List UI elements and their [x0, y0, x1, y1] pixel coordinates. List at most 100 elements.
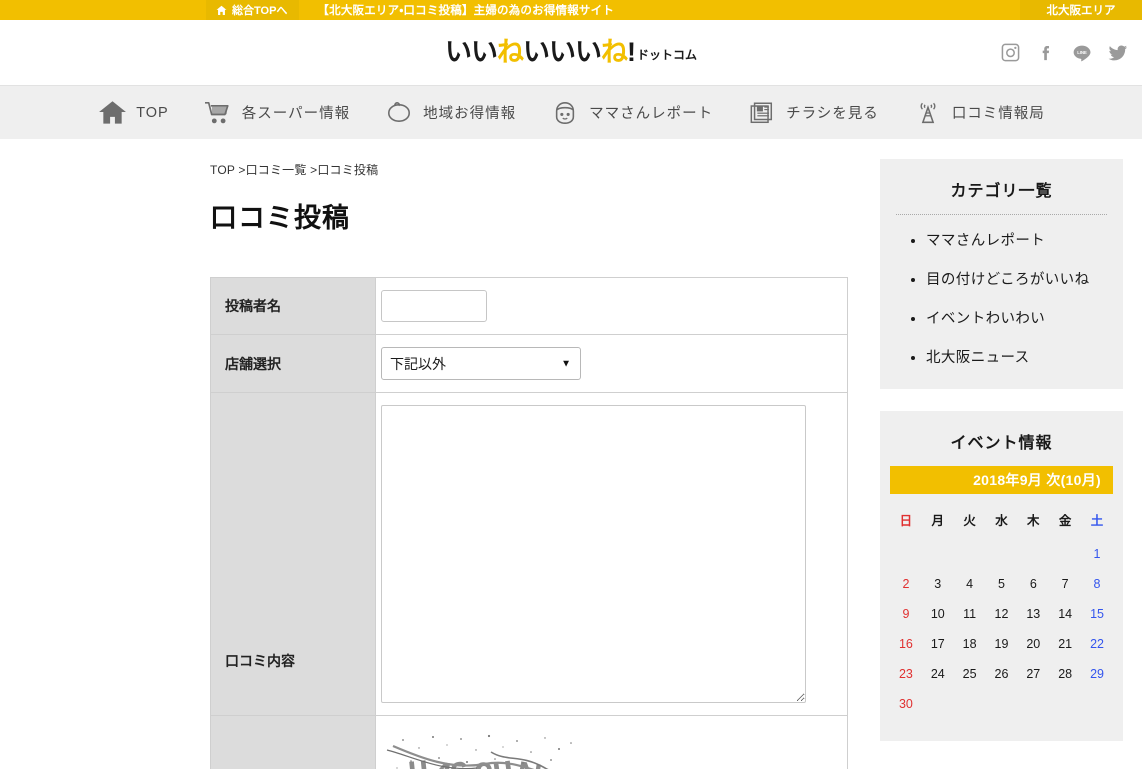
weekday-header: 土 — [1090, 514, 1104, 528]
calendar-day[interactable]: 4 — [954, 569, 986, 599]
form-field-store: 下記以外 ▼ — [375, 334, 848, 393]
form-row-content: 口コミ内容 — [210, 392, 848, 716]
event-panel: イベント情報 2018年9月 次(10月) 日 月 火 水 木 金 土 1 2 … — [880, 411, 1123, 741]
calendar-wrapper: 日 月 火 水 木 金 土 1 2 3 4 5 6 7 8 9 10 11 12… — [890, 504, 1113, 719]
calendar-day[interactable]: 14 — [1049, 599, 1081, 629]
facebook-icon[interactable] — [1036, 43, 1056, 63]
category-item[interactable]: ママさんレポート — [926, 229, 1123, 250]
calendar-weekday-row: 日 月 火 水 木 金 土 — [890, 504, 1113, 539]
store-select[interactable]: 下記以外 — [381, 347, 581, 380]
review-post-form: 投稿者名 店舗選択 下記以外 ▼ 口コミ内容 u u — [210, 277, 848, 769]
general-top-link[interactable]: 総合TOPへ — [206, 0, 300, 20]
nav-label: 各スーパー情報 — [241, 106, 351, 122]
calendar-day — [1017, 689, 1049, 719]
nav-item-local-deals[interactable]: 地域お得情報 — [367, 98, 533, 128]
calendar-day[interactable]: 27 — [1017, 659, 1049, 689]
calendar-day[interactable]: 13 — [1017, 599, 1049, 629]
form-row-captcha: 画像認証 u 4 c 9 u N — [210, 715, 848, 769]
category-item[interactable]: 目の付けどころがいいね — [926, 268, 1123, 289]
calendar-day[interactable]: 20 — [1017, 629, 1049, 659]
home-icon — [97, 98, 127, 128]
calendar-day[interactable]: 7 — [1049, 569, 1081, 599]
calendar-day[interactable]: 28 — [1049, 659, 1081, 689]
calendar-day[interactable]: 11 — [954, 599, 986, 629]
category-panel: カテゴリ一覧 ママさんレポート 目の付けどころがいいね イベントわいわい 北大阪… — [880, 159, 1123, 389]
form-field-captcha: u 4 c 9 u N — [375, 715, 848, 769]
logo-part-1: いい — [444, 37, 498, 67]
calendar-day[interactable]: 24 — [922, 659, 954, 689]
calendar-day[interactable]: 19 — [986, 629, 1018, 659]
calendar-week-row: 2 3 4 5 6 7 8 — [890, 569, 1113, 599]
calendar-day[interactable]: 5 — [986, 569, 1018, 599]
calendar-day — [986, 539, 1018, 569]
calendar-month-bar[interactable]: 2018年9月 次(10月) — [890, 466, 1113, 494]
calendar-day[interactable]: 18 — [954, 629, 986, 659]
home-icon — [216, 5, 227, 16]
logo-suffix: ドットコム — [636, 48, 697, 62]
calendar-day[interactable]: 23 — [890, 659, 922, 689]
sidebar: カテゴリ一覧 ママさんレポート 目の付けどころがいいね イベントわいわい 北大阪… — [880, 139, 1142, 769]
nav-item-review-bureau[interactable]: 口コミ情報局 — [896, 98, 1062, 128]
calendar-day — [890, 539, 922, 569]
calendar-day[interactable]: 25 — [954, 659, 986, 689]
twitter-icon[interactable] — [1108, 43, 1128, 63]
nav-item-flyers[interactable]: チラシを見る — [730, 98, 896, 128]
weekday-header: 月 — [931, 514, 945, 528]
weekday-header: 火 — [963, 514, 976, 528]
calendar-day[interactable]: 16 — [890, 629, 922, 659]
calendar-day — [922, 539, 954, 569]
category-panel-title: カテゴリ一覧 — [950, 183, 1053, 200]
calendar-day[interactable]: 10 — [922, 599, 954, 629]
calendar-day[interactable]: 6 — [1017, 569, 1049, 599]
logo-part-3: いいい — [522, 37, 602, 67]
breadcrumb[interactable]: TOP >口コミ一覧 >口コミ投稿 — [210, 161, 880, 178]
category-list: ママさんレポート 目の付けどころがいいね イベントわいわい 北大阪ニュース — [880, 229, 1123, 367]
calendar-day[interactable]: 26 — [986, 659, 1018, 689]
calendar-day[interactable]: 3 — [922, 569, 954, 599]
calendar-week-row: 1 — [890, 539, 1113, 569]
form-label-store: 店舗選択 — [210, 334, 376, 393]
calendar-day[interactable]: 22 — [1081, 629, 1113, 659]
calendar-week-row: 16 17 18 19 20 21 22 — [890, 629, 1113, 659]
review-content-textarea[interactable] — [381, 405, 806, 703]
calendar-day[interactable]: 12 — [986, 599, 1018, 629]
shopping-cart-icon — [203, 98, 233, 128]
broadcast-tower-icon — [913, 98, 943, 128]
calendar-day — [954, 689, 986, 719]
svg-text:LINE: LINE — [1077, 50, 1087, 55]
calendar-week-row: 23 24 25 26 27 28 29 — [890, 659, 1113, 689]
store-select-wrapper: 下記以外 ▼ — [381, 347, 581, 380]
nav-label: ママさんレポート — [589, 106, 714, 122]
instagram-icon[interactable] — [1000, 43, 1020, 63]
mother-face-icon — [550, 98, 580, 128]
weekday-header: 木 — [1027, 514, 1040, 528]
area-badge[interactable]: 北大阪エリア — [1020, 0, 1142, 20]
nav-item-mom-report[interactable]: ママさんレポート — [533, 98, 730, 128]
author-name-input[interactable] — [381, 290, 487, 322]
calendar-day[interactable]: 21 — [1049, 629, 1081, 659]
calendar-day — [986, 689, 1018, 719]
calendar-day — [1081, 689, 1113, 719]
nav-item-super-info[interactable]: 各スーパー情報 — [186, 98, 367, 128]
category-item[interactable]: イベントわいわい — [926, 307, 1123, 328]
site-logo[interactable]: いいねいいいね! ドットコム — [445, 39, 697, 66]
page-title: 口コミ投稿 — [210, 203, 350, 233]
calendar-day[interactable]: 1 — [1081, 539, 1113, 569]
logo-part-2: ね — [496, 37, 524, 67]
calendar-day[interactable]: 29 — [1081, 659, 1113, 689]
top-utility-bar: 総合TOPへ 【北大阪エリア・口コミ投稿】主婦の為のお得情報サイト 北大阪エリア — [0, 0, 1142, 20]
logo-exclaim: ! — [626, 37, 636, 67]
form-field-content — [375, 392, 848, 716]
logo-band: いいねいいいね! ドットコム LINE — [0, 20, 1142, 85]
calendar-day[interactable]: 8 — [1081, 569, 1113, 599]
calendar-day — [922, 689, 954, 719]
calendar-day[interactable]: 2 — [890, 569, 922, 599]
category-item[interactable]: 北大阪ニュース — [926, 346, 1123, 367]
main-content: TOP >口コミ一覧 >口コミ投稿 口コミ投稿 投稿者名 店舗選択 下記以外 ▼… — [0, 139, 880, 769]
line-icon[interactable]: LINE — [1072, 43, 1092, 63]
nav-item-top[interactable]: TOP — [80, 98, 186, 128]
calendar-day[interactable]: 9 — [890, 599, 922, 629]
calendar-day[interactable]: 30 — [890, 689, 922, 719]
calendar-day[interactable]: 17 — [922, 629, 954, 659]
calendar-day[interactable]: 15 — [1081, 599, 1113, 629]
